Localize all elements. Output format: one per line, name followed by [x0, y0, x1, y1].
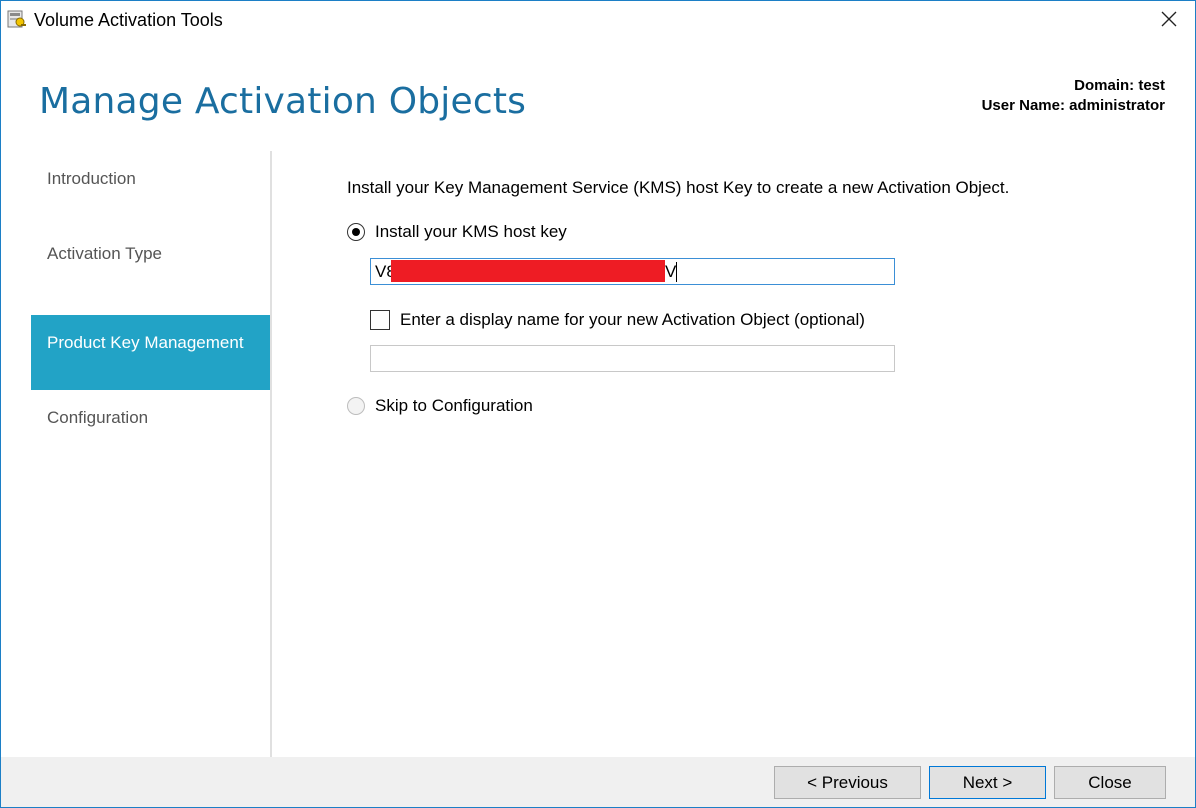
volume-activation-icon — [7, 9, 27, 29]
display-name-input[interactable] — [370, 345, 895, 372]
nav-item-activation-type[interactable]: Activation Type — [31, 226, 271, 301]
install-kms-key-radio[interactable] — [347, 223, 365, 241]
window-title: Volume Activation Tools — [34, 10, 223, 30]
nav-item-label: Configuration — [47, 408, 149, 427]
display-name-checkbox[interactable] — [370, 310, 390, 330]
nav-item-label: Introduction — [47, 169, 136, 188]
close-icon[interactable] — [1157, 7, 1181, 31]
nav-item-product-key-management[interactable]: Product Key Management — [31, 315, 271, 390]
next-button[interactable]: Next > — [929, 766, 1046, 799]
user-name-label: User Name: administrator — [981, 97, 1165, 114]
volume-activation-window: Volume Activation Tools Manage Activatio… — [0, 0, 1196, 808]
nav-item-introduction[interactable]: Introduction — [31, 151, 271, 226]
skip-configuration-radio[interactable] — [347, 397, 365, 415]
redaction-overlay — [391, 260, 665, 282]
skip-configuration-label: Skip to Configuration — [375, 396, 533, 415]
page-title: Manage Activation Objects — [39, 81, 527, 122]
instructions-text: Install your Key Management Service (KMS… — [347, 178, 1010, 197]
title-bar: Volume Activation Tools — [1, 1, 1195, 39]
nav-item-configuration[interactable]: Configuration — [31, 390, 271, 465]
display-name-checkbox-label: Enter a display name for your new Activa… — [400, 310, 865, 329]
kms-host-key-input[interactable]: V8 V — [370, 258, 895, 285]
nav-item-label: Product Key Management — [47, 333, 244, 352]
nav-item-label: Activation Type — [47, 244, 162, 263]
close-button[interactable]: Close — [1054, 766, 1166, 799]
key-suffix: V — [665, 262, 677, 281]
wizard-nav: Introduction Activation Type Product Key… — [31, 151, 271, 757]
install-kms-key-option[interactable]: Install your KMS host key — [347, 220, 567, 244]
domain-label: Domain: test — [1074, 77, 1165, 94]
connection-context: Domain: test User Name: administrator — [982, 76, 1165, 116]
text-caret — [676, 262, 677, 282]
skip-configuration-option[interactable]: Skip to Configuration — [347, 394, 533, 418]
nav-divider — [270, 151, 272, 757]
install-kms-key-label: Install your KMS host key — [375, 222, 567, 241]
display-name-option[interactable]: Enter a display name for your new Activa… — [370, 308, 865, 332]
previous-button[interactable]: < Previous — [774, 766, 921, 799]
